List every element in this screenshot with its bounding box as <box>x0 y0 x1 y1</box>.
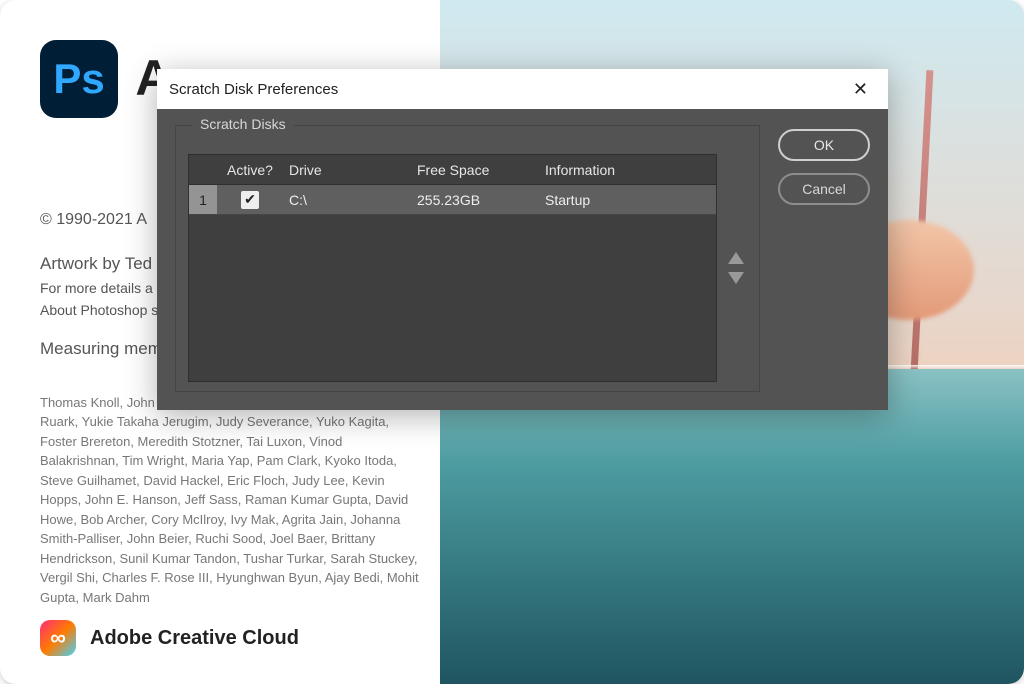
scratch-disk-table: Active? Drive Free Space Information 1 ✔… <box>188 154 717 382</box>
row-number: 1 <box>189 185 217 214</box>
scratch-disks-fieldset: Scratch Disks Active? Drive Free Space I… <box>175 125 760 392</box>
col-drive: Drive <box>283 162 411 178</box>
creative-cloud-icon: ∞ <box>40 620 76 656</box>
active-checkbox[interactable]: ✔ <box>241 191 259 209</box>
col-active: Active? <box>217 162 283 178</box>
dialog-title: Scratch Disk Preferences <box>169 81 338 98</box>
cancel-label: Cancel <box>802 181 846 197</box>
move-up-icon[interactable] <box>728 252 744 264</box>
credits-text: Thomas Knoll, John Narayanan, Russell Er… <box>40 393 420 608</box>
dialog-buttons: OK Cancel <box>778 125 870 392</box>
scratch-disk-dialog: Scratch Disk Preferences ✕ Scratch Disks… <box>157 69 888 410</box>
table-header: Active? Drive Free Space Information <box>189 155 716 185</box>
infinity-icon: ∞ <box>50 627 66 649</box>
ps-label: Ps <box>53 46 104 111</box>
row-drive: C:\ <box>283 192 411 208</box>
row-info: Startup <box>539 192 716 208</box>
creative-cloud-label: Adobe Creative Cloud <box>90 623 299 654</box>
reorder-arrows <box>725 154 747 382</box>
ok-label: OK <box>814 137 834 153</box>
col-info: Information <box>539 162 716 178</box>
creative-cloud-row: ∞ Adobe Creative Cloud <box>40 620 299 656</box>
dialog-body: Scratch Disks Active? Drive Free Space I… <box>157 109 888 410</box>
row-free: 255.23GB <box>411 192 539 208</box>
cancel-button[interactable]: Cancel <box>778 173 870 205</box>
move-down-icon[interactable] <box>728 272 744 284</box>
col-free: Free Space <box>411 162 539 178</box>
ok-button[interactable]: OK <box>778 129 870 161</box>
ps-app-icon: Ps <box>40 40 118 118</box>
dialog-title-bar: Scratch Disk Preferences ✕ <box>157 69 888 109</box>
fieldset-legend: Scratch Disks <box>192 116 294 132</box>
close-icon[interactable]: ✕ <box>845 75 876 104</box>
table-row[interactable]: 1 ✔ C:\ 255.23GB Startup <box>189 185 716 215</box>
